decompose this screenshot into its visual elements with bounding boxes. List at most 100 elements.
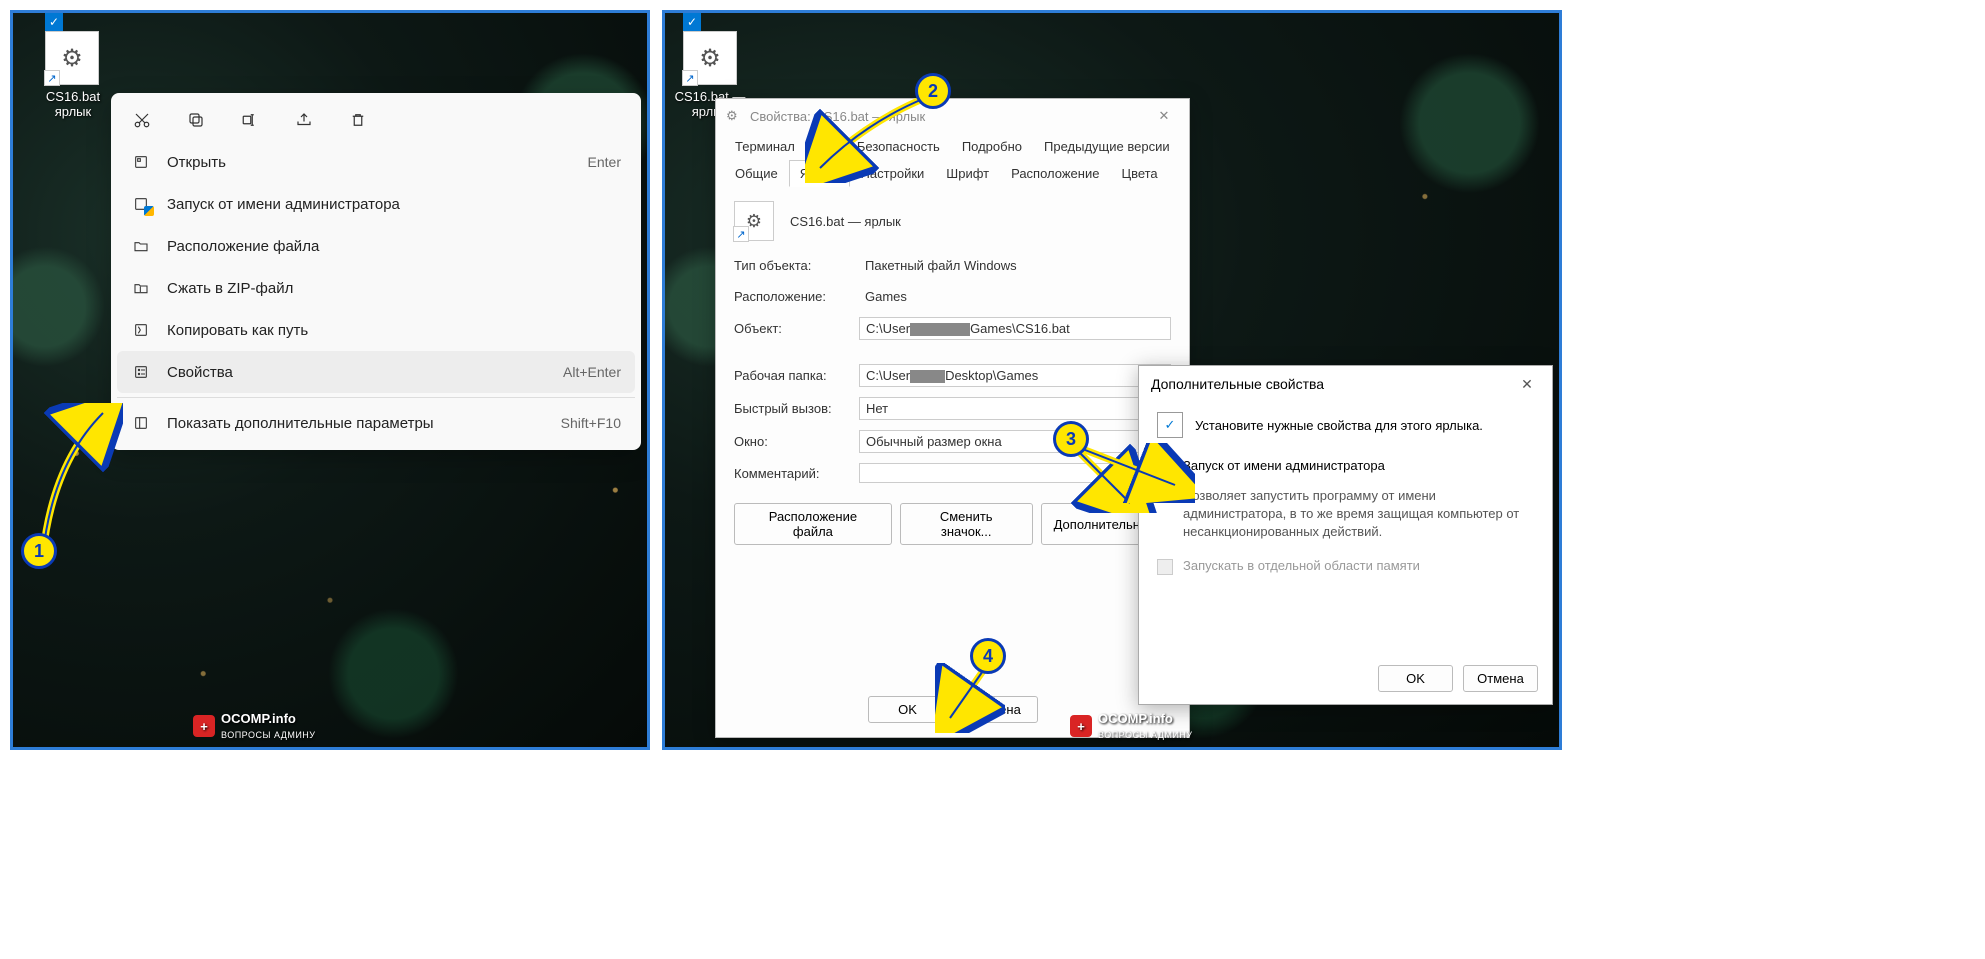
shortcut-arrow-icon-r: ↗ xyxy=(682,70,698,86)
cut-icon[interactable] xyxy=(131,109,153,131)
annotation-arrow-2 xyxy=(805,93,935,183)
menu-run-admin[interactable]: Запуск от имени администратора xyxy=(117,183,635,225)
label-comment: Комментарий: xyxy=(734,466,849,481)
close-icon[interactable]: ✕ xyxy=(1149,105,1179,127)
menu-show-more-label: Показать дополнительные параметры xyxy=(167,415,561,432)
annotation-bubble-2: 2 xyxy=(915,73,951,109)
row-run-as-admin[interactable]: ✓ Запуск от имени администратора xyxy=(1157,458,1534,475)
tab-prev-versions[interactable]: Предыдущие версии xyxy=(1033,133,1181,160)
menu-zip[interactable]: Сжать в ZIP-файл xyxy=(117,267,635,309)
shortcut-file-icon[interactable]: ⚙↗ xyxy=(45,31,99,85)
watermark-sub-r: ВОПРОСЫ АДМИНУ xyxy=(1098,730,1193,740)
btn-file-location[interactable]: Расположение файла xyxy=(734,503,892,545)
menu-separator xyxy=(117,397,635,398)
watermark-sub: ВОПРОСЫ АДМИНУ xyxy=(221,730,316,740)
checkbox-separate-memory xyxy=(1157,559,1173,575)
zip-icon xyxy=(131,278,151,298)
menu-open-key: Enter xyxy=(588,154,621,170)
admin-shield-icon xyxy=(131,194,151,214)
label-type: Тип объекта: xyxy=(734,258,849,273)
check-icon: ✓ xyxy=(1157,412,1183,438)
annotation-bubble-3: 3 xyxy=(1053,421,1089,457)
menu-show-more-key: Shift+F10 xyxy=(561,415,621,431)
advanced-properties-dialog: Дополнительные свойства ✕ ✓ Установите н… xyxy=(1138,365,1553,705)
row-separate-memory: Запускать в отдельной области памяти xyxy=(1157,558,1534,575)
advanced-footer: OK Отмена xyxy=(1378,665,1538,692)
watermark-plus-icon: + xyxy=(193,715,215,737)
advanced-btn-ok[interactable]: OK xyxy=(1378,665,1453,692)
menu-properties-key: Alt+Enter xyxy=(563,364,621,380)
menu-properties[interactable]: Свойства Alt+Enter xyxy=(117,351,635,393)
tab-layout[interactable]: Расположение xyxy=(1000,160,1110,187)
tab-colors[interactable]: Цвета xyxy=(1110,160,1168,187)
tab-font[interactable]: Шрифт xyxy=(935,160,1000,187)
share-icon[interactable] xyxy=(293,109,315,131)
tab-general[interactable]: Общие xyxy=(724,160,789,187)
watermark-left: + OCOMP.info ВОПРОСЫ АДМИНУ xyxy=(193,711,316,741)
advanced-btn-cancel[interactable]: Отмена xyxy=(1463,665,1538,692)
label-target: Объект: xyxy=(734,321,849,336)
properties-tabs: Терминал Безопасность Подробно Предыдущи… xyxy=(716,133,1189,187)
properties-file-name: CS16.bat — ярлык xyxy=(790,214,901,229)
delete-icon[interactable] xyxy=(347,109,369,131)
properties-header: ⚙ ↗ CS16.bat — ярлык xyxy=(734,201,1171,241)
left-panel: ✓ ⚙↗ CS16.bat ярлык Открыть Enter Запуск… xyxy=(10,10,650,750)
menu-file-location-label: Расположение файла xyxy=(167,238,621,255)
input-target[interactable]: C:\UserGames\CS16.bat xyxy=(859,317,1171,340)
input-hotkey[interactable]: Нет xyxy=(859,397,1171,420)
label-window: Окно: xyxy=(734,434,849,449)
file-type-icon: ⚙ ↗ xyxy=(734,201,774,241)
menu-run-admin-label: Запуск от имени администратора xyxy=(167,196,621,213)
run-as-admin-description: Позволяет запустить программу от имени а… xyxy=(1183,487,1534,542)
copy-icon[interactable] xyxy=(185,109,207,131)
folder-icon xyxy=(131,236,151,256)
menu-copy-path-label: Копировать как путь xyxy=(167,322,621,339)
btn-change-icon[interactable]: Сменить значок... xyxy=(900,503,1033,545)
label-run-as-admin: Запуск от имени администратора xyxy=(1183,458,1385,473)
advanced-intro: ✓ Установите нужные свойства для этого я… xyxy=(1157,412,1534,438)
label-separate-memory: Запускать в отдельной области памяти xyxy=(1183,558,1420,573)
watermark-plus-icon-r: + xyxy=(1070,715,1092,737)
input-workdir[interactable]: C:\UserDesktop\Games xyxy=(859,364,1171,387)
path-icon xyxy=(131,320,151,340)
selection-checkmark-r: ✓ xyxy=(683,13,701,31)
shortcut-arrow-icon: ↗ xyxy=(44,70,60,86)
watermark-domain: OCOMP.info xyxy=(221,711,296,726)
menu-copy-path[interactable]: Копировать как путь xyxy=(117,309,635,351)
advanced-intro-text: Установите нужные свойства для этого ярл… xyxy=(1195,418,1483,433)
properties-titlebar[interactable]: ⚙ Свойства: CS16.bat — ярлык ✕ xyxy=(716,99,1189,133)
context-menu: Открыть Enter Запуск от имени администра… xyxy=(111,93,641,450)
advanced-close-icon[interactable]: ✕ xyxy=(1514,374,1540,394)
more-icon xyxy=(131,413,151,433)
properties-icon xyxy=(131,362,151,382)
menu-file-location[interactable]: Расположение файла xyxy=(117,225,635,267)
annotation-bubble-4: 4 xyxy=(970,638,1006,674)
label-workdir: Рабочая папка: xyxy=(734,368,849,383)
menu-zip-label: Сжать в ZIP-файл xyxy=(167,280,621,297)
menu-open-label: Открыть xyxy=(167,154,588,171)
shortcut-file-icon-r[interactable]: ⚙↗ xyxy=(683,31,737,85)
row-location: Расположение: Games xyxy=(734,286,1171,307)
value-location: Games xyxy=(859,286,1171,307)
right-panel: ✓ ⚙↗ CS16.bat — ярлык ⚙ Свойства: CS16.b… xyxy=(662,10,1562,750)
annotation-arrow-4 xyxy=(935,663,1005,733)
tab-details[interactable]: Подробно xyxy=(951,133,1033,160)
label-location: Расположение: xyxy=(734,289,849,304)
menu-open[interactable]: Открыть Enter xyxy=(117,141,635,183)
row-type: Тип объекта: Пакетный файл Windows xyxy=(734,255,1171,276)
annotation-arrow-3b xyxy=(1075,443,1195,503)
shortcut-arrow-mini: ↗ xyxy=(733,226,749,242)
censored-block xyxy=(910,323,970,336)
context-menu-toolbar xyxy=(117,99,635,141)
advanced-body: ✓ Установите нужные свойства для этого я… xyxy=(1139,402,1552,597)
open-icon xyxy=(131,152,151,172)
watermark-domain-r: OCOMP.info xyxy=(1098,711,1173,726)
selection-checkmark: ✓ xyxy=(45,13,63,31)
row-hotkey: Быстрый вызов: Нет xyxy=(734,397,1171,420)
rename-icon[interactable] xyxy=(239,109,261,131)
properties-dialog: ⚙ Свойства: CS16.bat — ярлык ✕ Терминал … xyxy=(715,98,1190,738)
watermark-right: + OCOMP.info ВОПРОСЫ АДМИНУ xyxy=(1070,711,1193,741)
menu-show-more[interactable]: Показать дополнительные параметры Shift+… xyxy=(117,402,635,444)
advanced-titlebar[interactable]: Дополнительные свойства ✕ xyxy=(1139,366,1552,402)
tab-terminal[interactable]: Терминал xyxy=(724,133,806,160)
